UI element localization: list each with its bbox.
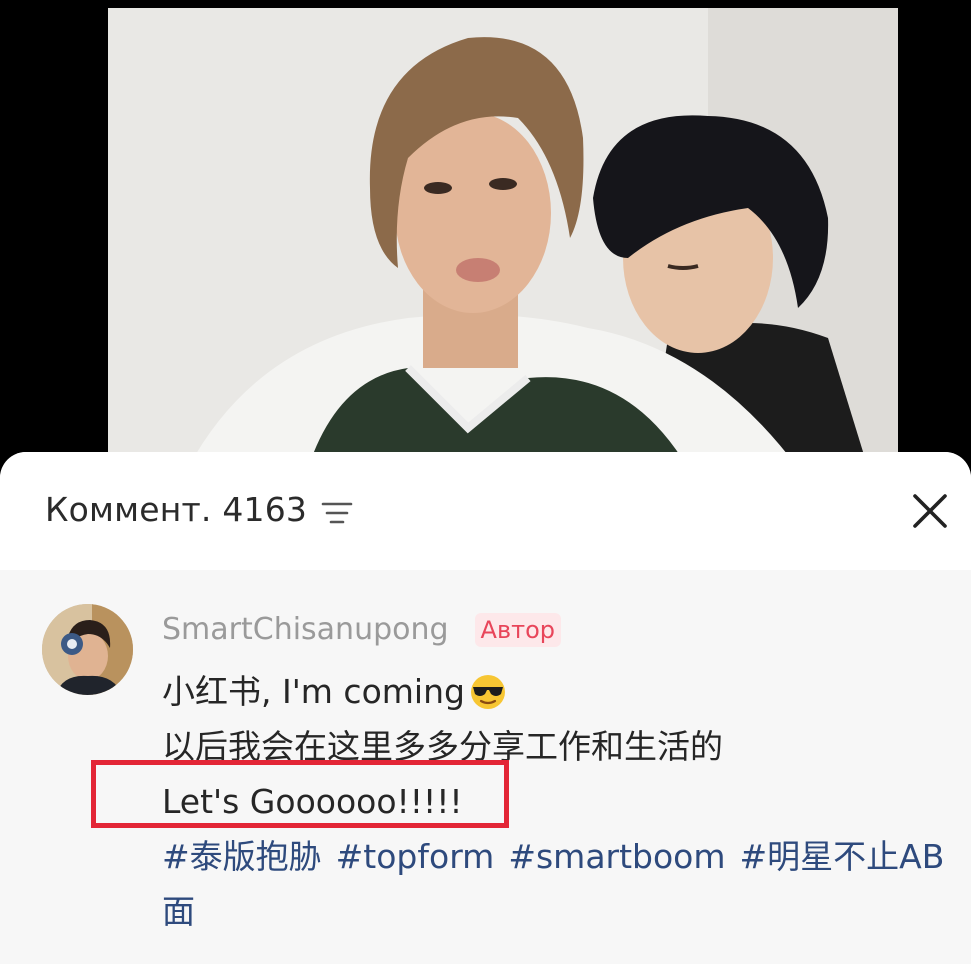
comments-count: 4163 <box>222 490 308 529</box>
screen: Коммент. 4163 SmartChisanupong Автор 小红书… <box>0 0 971 964</box>
hashtag-3[interactable]: #smartboom <box>508 837 725 876</box>
comment-line-1: 小红书, I'm coming <box>162 664 952 719</box>
comment-line-1-text: 小红书, I'm coming <box>162 672 465 711</box>
comments-title-text: Коммент. <box>45 490 212 529</box>
comment-line-2: 以后我会在这里多多分享工作和生活的 <box>162 727 723 766</box>
video-frame-illustration <box>108 8 898 468</box>
avatar-image <box>42 604 133 695</box>
comments-header: Коммент. 4163 <box>0 452 971 570</box>
comments-sheet: Коммент. 4163 SmartChisanupong Автор 小红书… <box>0 452 971 964</box>
comments-label: Коммент. 4163 <box>45 490 307 529</box>
avatar[interactable] <box>42 604 133 695</box>
comment-author-row: SmartChisanupong Автор <box>162 612 562 647</box>
hashtag-1[interactable]: #泰版抱胁 <box>162 837 322 876</box>
video-preview[interactable] <box>108 8 898 468</box>
author-name[interactable]: SmartChisanupong <box>162 612 449 647</box>
comments-title: Коммент. 4163 <box>45 490 353 529</box>
hashtag-2[interactable]: #topform <box>336 837 495 876</box>
sunglasses-emoji-icon <box>470 674 505 709</box>
close-icon[interactable] <box>909 490 951 532</box>
hashtag-list: #泰版抱胁 #topform #smartboom #明星不止AB面 <box>162 829 952 939</box>
sort-lines-icon[interactable] <box>321 500 353 526</box>
comment-body: 小红书, I'm coming 以后我会在这里多多分享工作和生活的 Let's … <box>162 664 952 939</box>
comment-line-3: Let's Goooooo!!!!! <box>162 782 463 821</box>
author-badge: Автор <box>474 612 562 647</box>
